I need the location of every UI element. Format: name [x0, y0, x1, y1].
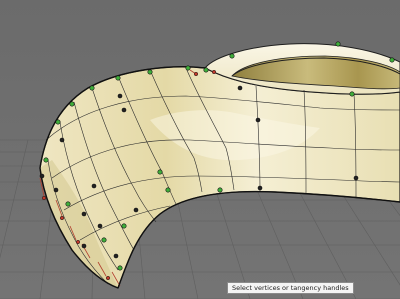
viewport-scene[interactable]	[0, 0, 400, 299]
3d-viewport[interactable]: Select vertices or tangency handles	[0, 0, 400, 299]
status-tooltip: Select vertices or tangency handles	[227, 282, 354, 294]
